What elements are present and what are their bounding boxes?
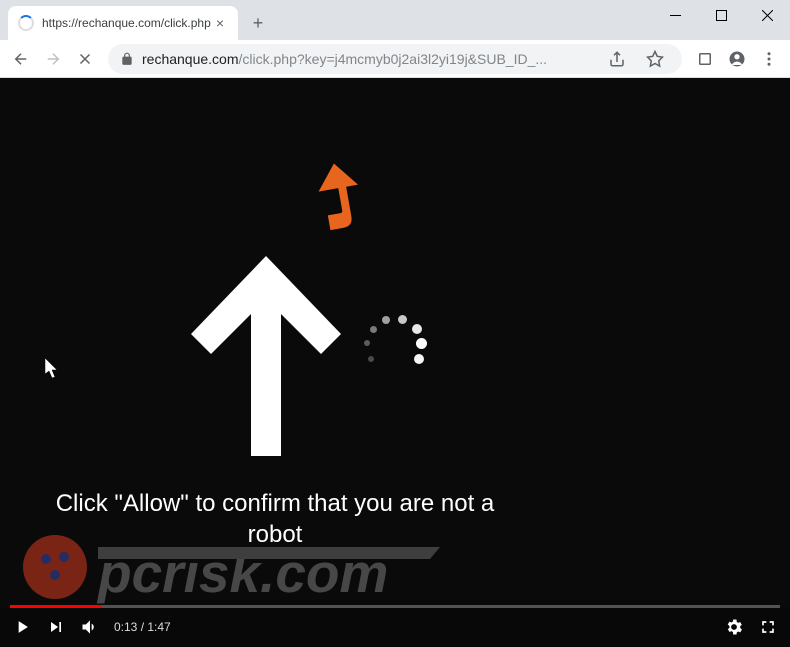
loading-dots-icon — [360, 318, 430, 388]
video-time: 0:13 / 1:47 — [114, 620, 171, 634]
lock-icon — [120, 52, 134, 66]
bookmark-button[interactable] — [640, 44, 670, 74]
url-domain: rechanque.com — [142, 51, 239, 67]
close-window-button[interactable] — [744, 0, 790, 30]
browser-tab[interactable]: https://rechanque.com/click.php × — [8, 6, 238, 40]
back-button[interactable] — [6, 44, 36, 74]
address-bar[interactable]: rechanque.com/click.php?key=j4mcmyb0j2ai… — [108, 44, 682, 74]
mouse-cursor-icon — [45, 358, 61, 380]
play-button[interactable] — [12, 617, 32, 637]
fullscreen-button[interactable] — [758, 617, 778, 637]
stop-reload-button[interactable] — [70, 44, 100, 74]
url-text: rechanque.com/click.php?key=j4mcmyb0j2ai… — [142, 51, 594, 67]
up-arrow-graphic — [186, 256, 346, 456]
watermark-text: pcrisk.com — [96, 542, 388, 604]
stop-icon — [76, 50, 94, 68]
video-progress-track[interactable] — [10, 605, 780, 608]
gear-icon — [724, 617, 744, 637]
video-duration: 1:47 — [147, 620, 170, 634]
fullscreen-icon — [758, 617, 778, 637]
share-button[interactable] — [602, 44, 632, 74]
next-button[interactable] — [46, 617, 66, 637]
back-arrow-icon — [12, 50, 30, 68]
allow-message: Click "Allow" to confirm that you are no… — [55, 488, 495, 550]
loading-spinner-icon — [18, 15, 34, 31]
profile-icon — [728, 50, 746, 68]
volume-icon — [80, 617, 100, 637]
menu-button[interactable] — [754, 44, 784, 74]
play-icon — [12, 617, 32, 637]
volume-button[interactable] — [80, 617, 100, 637]
puzzle-icon — [696, 50, 714, 68]
video-controls: 0:13 / 1:47 — [0, 607, 790, 647]
window-controls — [652, 0, 790, 30]
new-tab-button[interactable]: + — [244, 9, 272, 37]
forward-arrow-icon — [44, 50, 62, 68]
tab-title: https://rechanque.com/click.php — [42, 16, 212, 30]
profile-button[interactable] — [722, 44, 752, 74]
video-current-time: 0:13 — [114, 620, 137, 634]
url-path: /click.php?key=j4mcmyb0j2ai3l2yi19j&SUB_… — [239, 51, 548, 67]
extensions-button[interactable] — [690, 44, 720, 74]
maximize-button[interactable] — [698, 0, 744, 30]
forward-button[interactable] — [38, 44, 68, 74]
settings-button[interactable] — [724, 617, 744, 637]
maximize-icon — [716, 10, 727, 21]
close-tab-button[interactable]: × — [212, 15, 228, 31]
star-icon — [646, 50, 664, 68]
share-icon — [608, 50, 626, 68]
titlebar: https://rechanque.com/click.php × + — [0, 0, 790, 40]
kebab-icon — [760, 50, 778, 68]
minimize-icon — [670, 10, 681, 21]
close-icon — [762, 10, 773, 21]
page-content: Click "Allow" to confirm that you are no… — [0, 78, 790, 647]
video-progress-fill — [10, 605, 102, 608]
browser-toolbar: rechanque.com/click.php?key=j4mcmyb0j2ai… — [0, 40, 790, 78]
next-icon — [46, 617, 66, 637]
pointer-arrow-overlay — [310, 163, 370, 233]
minimize-button[interactable] — [652, 0, 698, 30]
